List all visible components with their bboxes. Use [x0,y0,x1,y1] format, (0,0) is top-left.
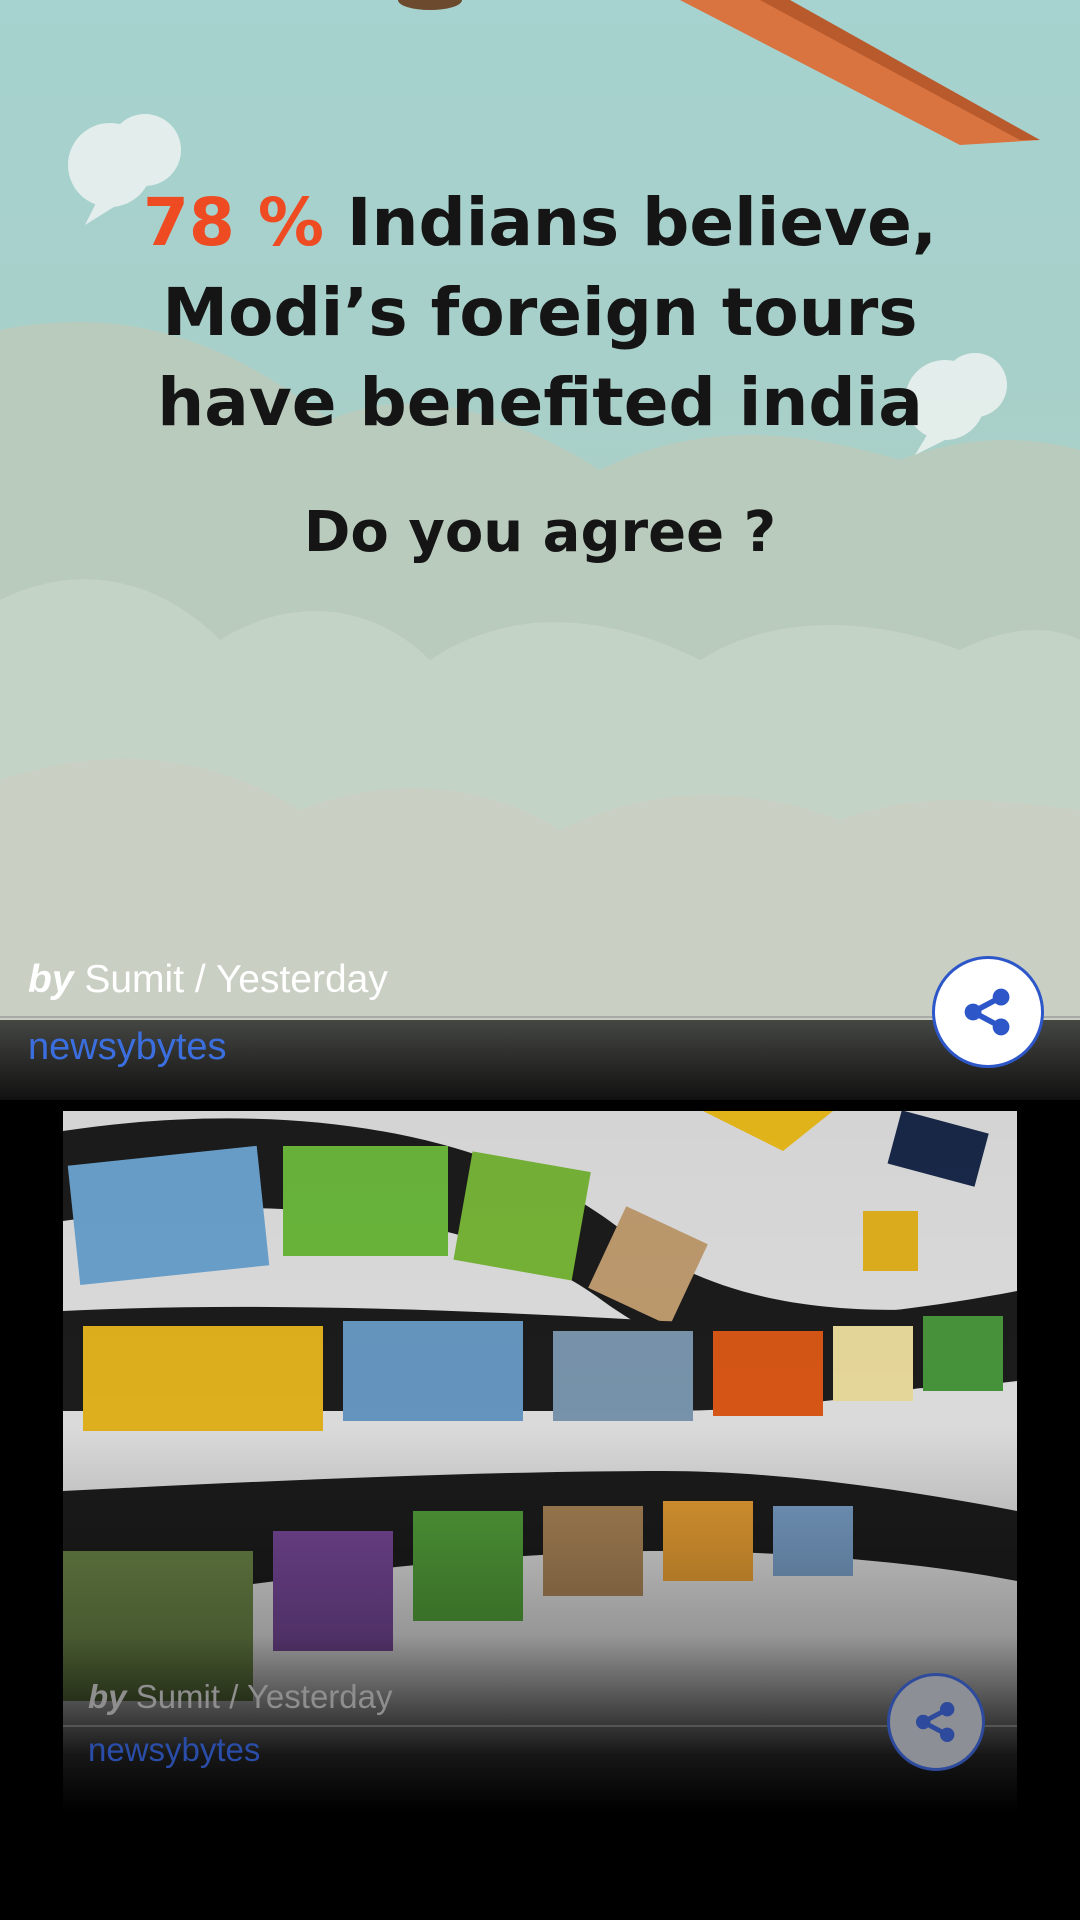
byline: by Sumit / Yesterday [88,1678,393,1716]
byline-author-time: Sumit / Yesterday [135,1678,393,1715]
divider [63,1725,1017,1727]
headline-line3: have benefited india [157,364,923,441]
news-card[interactable]: 78 % Indians believe, Modi’s foreign tou… [0,0,1080,1100]
headline-line2: Modi’s foreign tours [162,274,918,351]
share-icon [964,988,1010,1036]
share-icon [916,1702,955,1742]
source-link[interactable]: newsybytes [28,1026,227,1069]
byline: by Sumit / Yesterday [28,958,388,1002]
screen: 78 % Indians believe, Modi’s foreign tou… [0,0,1080,1920]
news-card[interactable]: by Sumit / Yesterday newsybytes [63,1111,1017,1811]
divider [0,1016,1080,1018]
byline-author-time: Sumit / Yesterday [84,958,388,1001]
source-link[interactable]: newsybytes [88,1731,260,1769]
headline-line1: Indians believe, [323,184,937,261]
headline-percent: 78 % [143,184,324,261]
share-button[interactable] [932,956,1044,1068]
byline-prefix: by [88,1678,127,1715]
question-text: Do you agree ? [303,500,777,565]
share-button[interactable] [887,1673,985,1771]
headline: 78 % Indians believe, Modi’s foreign tou… [0,178,1080,448]
byline-prefix: by [28,958,74,1001]
